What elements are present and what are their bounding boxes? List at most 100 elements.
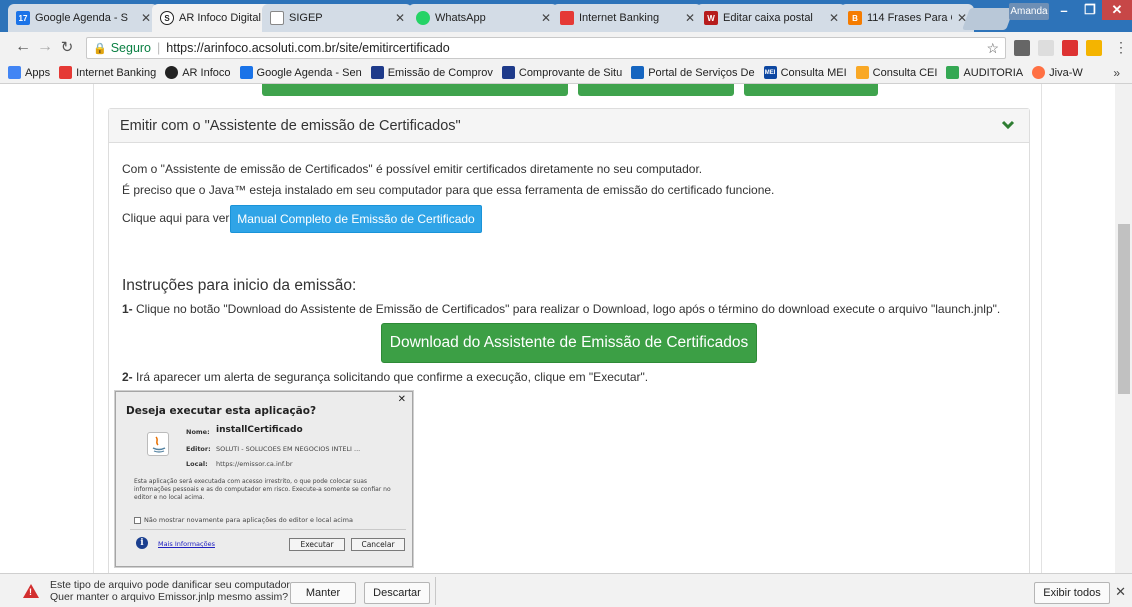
- minimize-icon[interactable]: –: [1050, 0, 1078, 20]
- apps-grid-icon: [8, 66, 21, 79]
- bookmark-jiva-w[interactable]: Jiva-W: [1032, 66, 1083, 79]
- drive-icon: [946, 66, 960, 79]
- soluti-icon: [165, 66, 179, 79]
- whatsapp-icon: [416, 11, 430, 25]
- chevron-down-icon[interactable]: [1001, 118, 1015, 132]
- top-green-button[interactable]: [744, 84, 878, 96]
- panel-title: Emitir com o "Assistente de emissão de C…: [120, 117, 461, 134]
- bank-icon: [59, 66, 73, 79]
- download-shelf: ! Este tipo de arquivo pode danificar se…: [0, 573, 1132, 607]
- tab-title: WhatsApp: [435, 12, 486, 24]
- forward-icon[interactable]: →: [34, 36, 56, 58]
- bookmarks-bar: Apps Internet Banking AR Infoco Google A…: [0, 62, 1132, 84]
- manual-button[interactable]: Manual Completo de Emissão de Certificad…: [230, 205, 482, 233]
- reload-icon[interactable]: ↻: [56, 36, 78, 58]
- top-green-button[interactable]: [578, 84, 734, 96]
- calendar-icon: [239, 66, 253, 79]
- cancel-button: Cancelar: [351, 538, 405, 551]
- tab-strip: 17 Google Agenda - S ✕ S AR Infoco Digit…: [0, 0, 1132, 32]
- instructions-heading: Instruções para inicio da emissão:: [122, 277, 357, 294]
- bank-icon: [560, 11, 574, 25]
- cei-icon: [855, 66, 869, 79]
- jiva-icon: [1032, 66, 1046, 79]
- lock-icon: 🔒: [93, 42, 107, 55]
- tab-title: Internet Banking: [579, 12, 660, 24]
- pdf-extension-icon[interactable]: [1062, 40, 1078, 56]
- restore-icon[interactable]: ❐: [1076, 0, 1104, 20]
- bookmark-emissao-comprovante[interactable]: Emissão de Comprov: [370, 66, 493, 79]
- address-bar[interactable]: 🔒 Seguro | https://arinfoco.acsoluti.com…: [86, 37, 1006, 59]
- close-icon[interactable]: ✕: [1115, 584, 1126, 600]
- new-tab-button[interactable]: [961, 8, 1015, 30]
- tab-sigep[interactable]: SIGEP ✕: [262, 4, 412, 32]
- keep-button[interactable]: Manter: [290, 582, 356, 604]
- manual-prefix: Clique aqui para ver o: [122, 211, 240, 225]
- step-2: 2- Irá aparecer um alerta de segurança s…: [122, 370, 649, 384]
- bookmark-consulta-cei[interactable]: Consulta CEI: [855, 66, 937, 79]
- bookmark-auditoria[interactable]: AUDITORIA: [946, 66, 1023, 79]
- page-icon: [270, 11, 284, 25]
- dont-show-checkbox: Não mostrar novamente para aplicações do…: [134, 516, 353, 524]
- page-content: Emitir com o "Assistente de emissão de C…: [0, 84, 1132, 573]
- intro-line-1: Com o "Assistente de emissão de Certific…: [122, 162, 703, 176]
- profile-button[interactable]: Amanda: [1009, 3, 1049, 20]
- receita-icon: [501, 66, 515, 79]
- scrollbar[interactable]: [1115, 84, 1132, 573]
- step-1: 1- Clique no botão "Download do Assisten…: [122, 302, 1001, 316]
- webmail-icon: W: [704, 11, 718, 25]
- discard-button[interactable]: Descartar: [364, 582, 430, 604]
- dialog-warning: Esta aplicação será executada com acesso…: [134, 478, 391, 501]
- secure-label: Seguro: [110, 41, 152, 55]
- bookmarks-more-icon[interactable]: »: [1113, 66, 1120, 80]
- tab-editar-caixa-postal[interactable]: W Editar caixa postal ✕: [696, 4, 846, 32]
- extension-icon[interactable]: [1086, 40, 1102, 56]
- mei-icon: MEI: [763, 66, 777, 79]
- bookmark-comprovante-situacao[interactable]: Comprovante de Situ: [501, 66, 622, 79]
- tab-internet-banking[interactable]: Internet Banking ✕: [552, 4, 702, 32]
- tab-google-agenda[interactable]: 17 Google Agenda - S ✕: [8, 4, 158, 32]
- bookmark-apps[interactable]: Apps: [8, 66, 50, 79]
- blogger-icon: B: [848, 11, 862, 25]
- download-assistant-button[interactable]: Download do Assistente de Emissão de Cer…: [381, 323, 757, 363]
- top-green-button[interactable]: [262, 84, 568, 96]
- close-icon: ✕: [397, 394, 406, 405]
- panel-header[interactable]: Emitir com o "Assistente de emissão de C…: [109, 109, 1029, 143]
- url-text: https://arinfoco.acsoluti.com.br/site/em…: [166, 41, 450, 55]
- receita-icon: [370, 66, 384, 79]
- run-button: Executar: [289, 538, 345, 551]
- bookmark-ar-infoco[interactable]: AR Infoco: [165, 66, 231, 79]
- close-icon[interactable]: ✕: [540, 11, 552, 25]
- extension-icon[interactable]: [1014, 40, 1030, 56]
- tab-frases[interactable]: B 114 Frases Para Co ✕: [840, 4, 974, 32]
- java-dialog-image: ✕ Deseja executar esta aplicação? Nome: …: [115, 391, 413, 567]
- soluti-icon: S: [160, 11, 174, 25]
- close-icon[interactable]: ✕: [140, 11, 152, 25]
- close-icon[interactable]: ✕: [828, 11, 840, 25]
- java-icon: [147, 432, 169, 456]
- tab-title: SIGEP: [289, 12, 323, 24]
- tab-title: Editar caixa postal: [723, 12, 813, 24]
- info-icon: i: [136, 537, 148, 549]
- extension-icon[interactable]: [1038, 40, 1054, 56]
- bookmark-portal-servicos[interactable]: Portal de Serviços De: [631, 66, 755, 79]
- close-icon[interactable]: ✕: [394, 11, 406, 25]
- portal-icon: [631, 66, 645, 79]
- close-window-icon[interactable]: ✕: [1102, 0, 1132, 20]
- menu-icon[interactable]: ⋮: [1110, 36, 1132, 58]
- download-warning: Este tipo de arquivo pode danificar seu …: [50, 579, 293, 603]
- tab-title: 114 Frases Para Co: [867, 12, 952, 24]
- star-icon[interactable]: ☆: [986, 40, 999, 57]
- show-all-button[interactable]: Exibir todos: [1034, 582, 1110, 604]
- bookmark-google-agenda[interactable]: Google Agenda - Sen: [239, 66, 362, 79]
- scrollbar-thumb[interactable]: [1118, 224, 1130, 394]
- dialog-question: Deseja executar esta aplicação?: [126, 405, 317, 417]
- calendar-icon: 17: [16, 11, 30, 25]
- back-icon[interactable]: ←: [12, 36, 34, 58]
- bookmark-consulta-mei[interactable]: MEI Consulta MEI: [763, 66, 847, 79]
- intro-line-2: É preciso que o Java™ esteja instalado e…: [122, 183, 775, 197]
- tab-title: Google Agenda - S: [35, 12, 128, 24]
- more-info-link: Mais Informações: [158, 540, 215, 548]
- close-icon[interactable]: ✕: [684, 11, 696, 25]
- tab-whatsapp[interactable]: WhatsApp ✕: [408, 4, 558, 32]
- bookmark-internet-banking[interactable]: Internet Banking: [59, 66, 156, 79]
